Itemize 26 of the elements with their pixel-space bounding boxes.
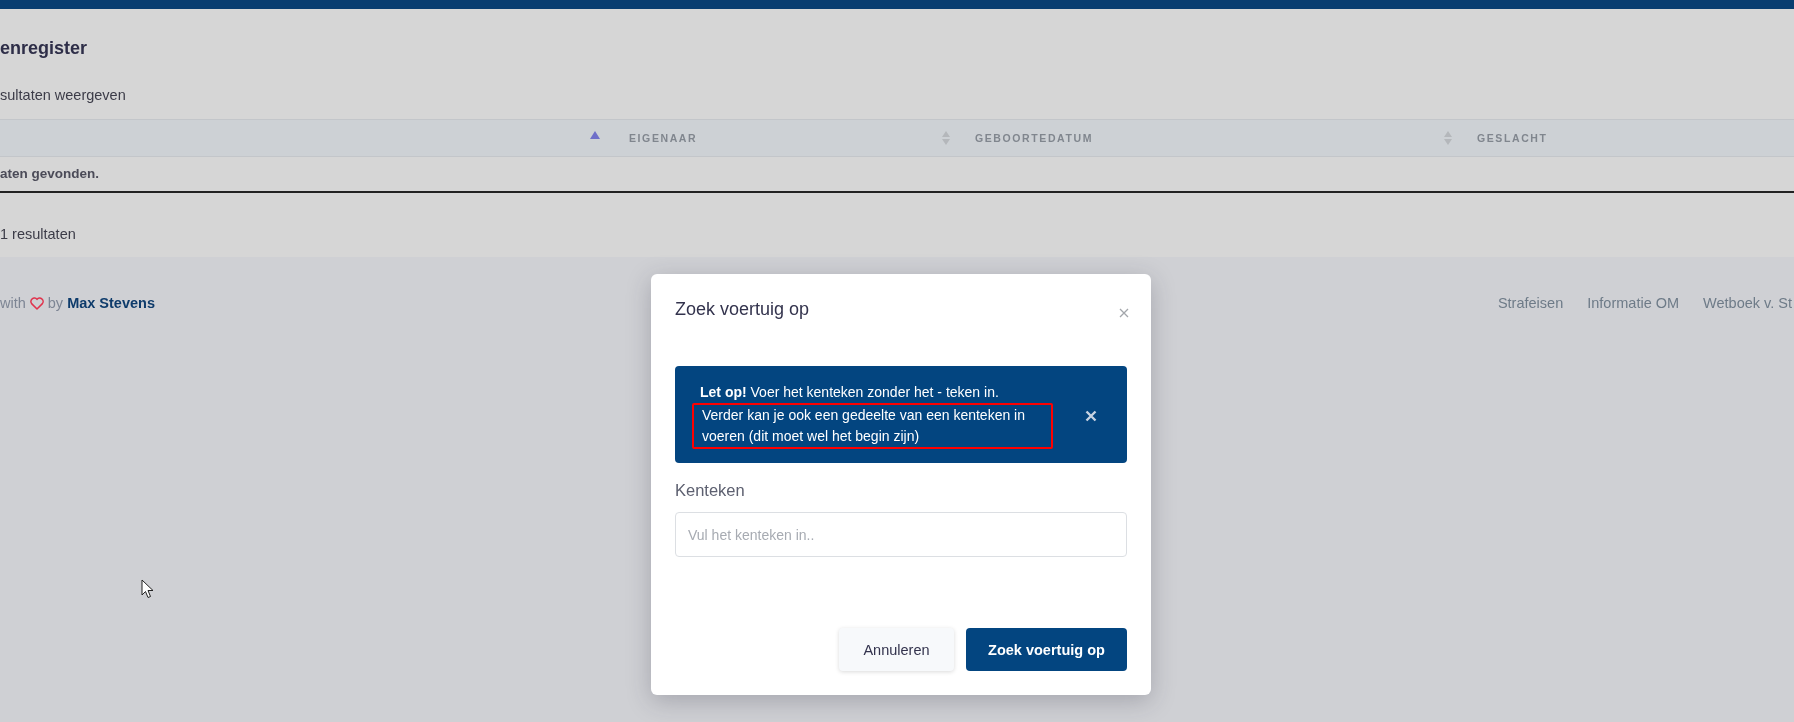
cancel-button[interactable]: Annuleren [839, 628, 954, 671]
mouse-cursor-icon [141, 579, 155, 599]
footer-link[interactable]: Wetboek v. St [1703, 295, 1792, 311]
column-header[interactable]: GEBOORTEDATUM [975, 132, 1094, 144]
footer-link[interactable]: Strafeisen [1497, 295, 1564, 311]
alert-text: Let op! Voer het kenteken zonder het - teken in. [700, 383, 1000, 402]
input-field[interactable]: Vul het kenteken in.. [675, 512, 1127, 557]
results-info: sultaten weergeven [0, 87, 127, 105]
credit-text: with [0, 295, 26, 311]
results-count: 1 resultaten [0, 225, 77, 242]
column-header[interactable]: GESLACHT [1477, 132, 1548, 144]
credit-text: by [47, 295, 64, 311]
field-label: Kenteken [675, 481, 746, 500]
column-header[interactable]: EIGENAAR [629, 132, 698, 144]
author-link[interactable]: Max Stevens [67, 295, 155, 311]
search-button[interactable]: Zoek voertuig op [966, 628, 1127, 671]
modal-title: Zoek voertuig op [675, 298, 810, 320]
heart-icon [29, 296, 44, 310]
footer-link[interactable]: Informatie OM [1587, 295, 1680, 311]
empty-message: aten gevonden. [0, 157, 1794, 193]
sort-icon[interactable] [1444, 131, 1452, 145]
sort-icon[interactable] [942, 131, 950, 145]
sort-ascending-icon[interactable] [590, 131, 600, 139]
close-icon[interactable] [1085, 409, 1097, 422]
alert-text: Verder kan je ook een gedeelte van een kenteken in voeren (dit moet wel het begin zijn) [692, 403, 1053, 449]
page-title: enregister [0, 38, 89, 60]
